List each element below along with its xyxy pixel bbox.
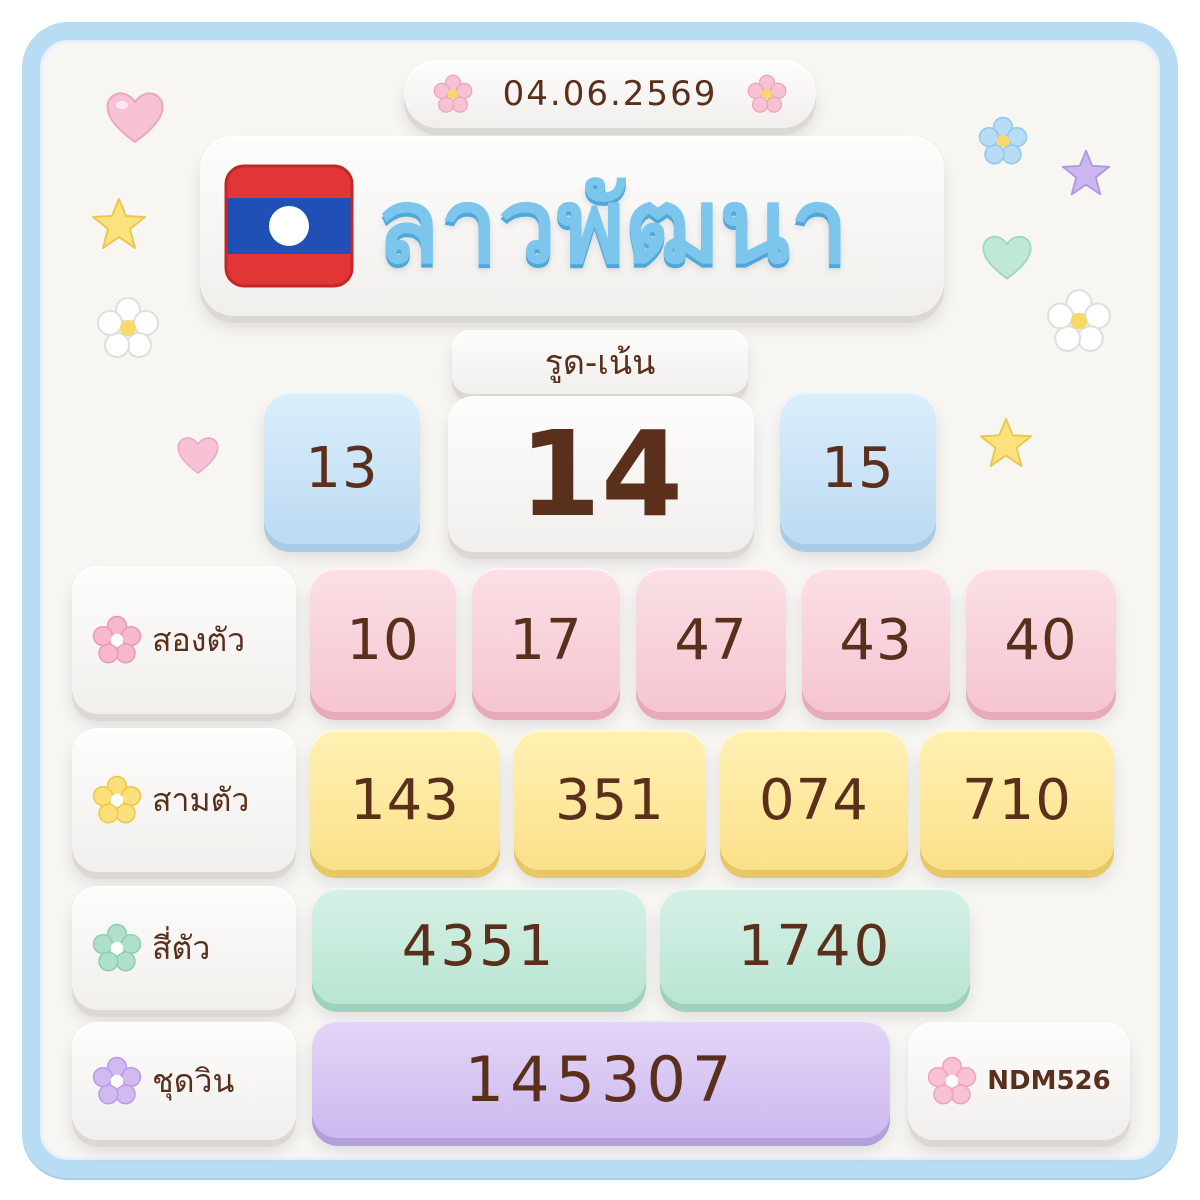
- four-digit-1: 4351: [312, 888, 646, 1004]
- flower-icon: [978, 116, 1028, 165]
- highlight-left: 13: [264, 392, 420, 544]
- highlight-main: 14: [448, 396, 754, 552]
- two-digit-2: 17: [472, 568, 620, 712]
- three-digit-1: 143: [310, 730, 500, 870]
- heart-icon: [177, 437, 219, 474]
- highlight-label: รูด-เน้น: [452, 330, 748, 394]
- two-digit-1: 10: [310, 568, 456, 712]
- two-digit-5: 40: [966, 568, 1116, 712]
- row-label-three-digit: สามตัว: [72, 728, 296, 872]
- heart-icon: [106, 92, 164, 144]
- date-pill: 04.06.2569: [404, 60, 816, 128]
- two-digit-3: 47: [636, 568, 786, 712]
- flower-icon: [747, 74, 787, 113]
- three-digit-2: 351: [514, 730, 706, 870]
- star-icon: [1061, 149, 1111, 196]
- four-digit-2: 1740: [660, 888, 970, 1004]
- flower-icon: [92, 615, 142, 664]
- flower-icon: [1047, 289, 1111, 352]
- row-label-four-digit: สี่ตัว: [72, 886, 296, 1010]
- star-icon: [979, 417, 1033, 468]
- three-digit-4: 710: [920, 730, 1114, 870]
- flower-icon: [928, 1056, 977, 1105]
- date-text: 04.06.2569: [502, 74, 718, 114]
- star-icon: [92, 198, 146, 249]
- title-panel: ลาวพัฒนา: [200, 136, 944, 316]
- row-label-two-digit: สองตัว: [72, 566, 296, 714]
- laos-flag-icon: [224, 164, 354, 288]
- flower-icon: [92, 775, 142, 824]
- flower-icon: [433, 74, 473, 113]
- page-title: ลาวพัฒนา: [376, 165, 849, 287]
- code-tag: NDM526: [908, 1022, 1130, 1140]
- row-label-win-set: ชุดวิน: [72, 1022, 296, 1140]
- flower-icon: [97, 297, 159, 358]
- win-set-value: 145307: [312, 1020, 890, 1138]
- highlight-right: 15: [780, 392, 936, 544]
- three-digit-3: 074: [720, 730, 908, 870]
- heart-icon: [982, 235, 1032, 280]
- two-digit-4: 43: [802, 568, 950, 712]
- flower-icon: [92, 1056, 142, 1105]
- flower-icon: [92, 923, 142, 972]
